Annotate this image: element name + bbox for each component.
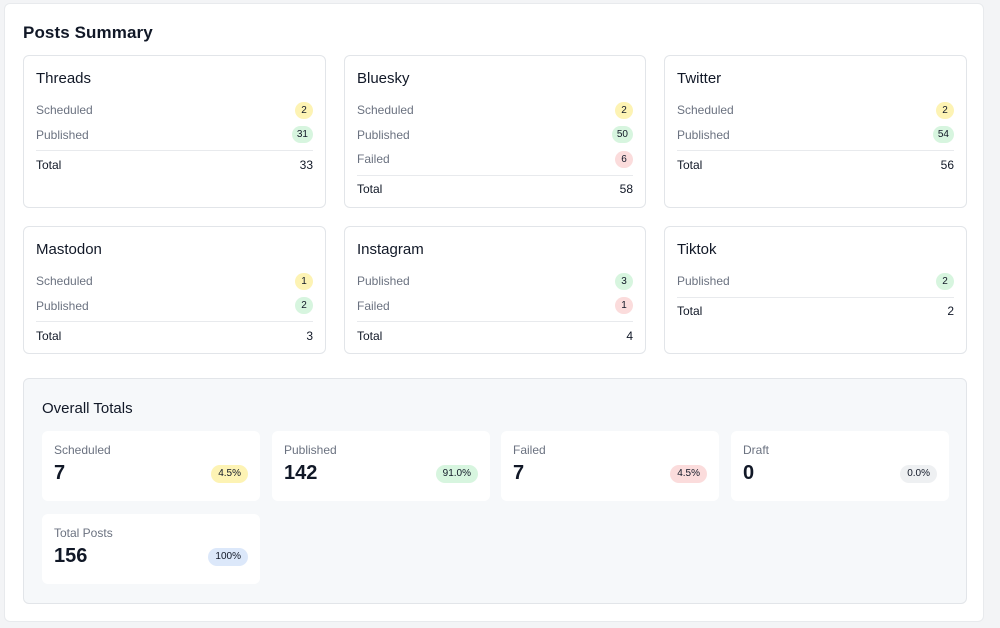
total-label: Total [357,182,383,196]
platform-card-twitter: Twitter Scheduled 2 Published 54 Total 5… [664,55,967,208]
platform-card-tiktok: Tiktok Published 2 Total 2 [664,226,967,354]
total-row: Total 2 [677,296,954,323]
total-label: Total [677,304,703,318]
stat-label: Published [36,298,89,313]
count-badge: 1 [615,297,633,315]
tile-label: Published [284,443,337,457]
total-value: 4 [626,328,633,343]
stat-row-published: Published 3 [357,269,633,294]
platform-name: Mastodon [36,241,102,258]
stat-row-published: Published 2 [36,294,313,319]
platform-name: Twitter [677,70,722,87]
platform-card-threads: Threads Scheduled 2 Published 31 Total 3… [23,55,326,208]
stat-label: Failed [357,152,390,167]
stat-row-failed: Failed 6 [357,147,633,172]
count-badge: 54 [932,126,954,144]
total-tile-scheduled: Scheduled 7 4.5% [42,431,260,501]
count-badge: 2 [936,101,954,119]
tile-value: 7 [513,462,525,484]
overall-totals-section: Overall Totals Scheduled 7 4.5% Publishe… [23,378,967,604]
stat-row-scheduled: Scheduled 2 [36,98,313,123]
percent-badge: 100% [208,547,248,566]
stat-row-published: Published 50 [357,123,633,148]
platform-name: Bluesky [357,70,410,87]
total-label: Total [36,157,62,172]
stat-row-scheduled: Scheduled 1 [36,269,313,294]
count-badge: 1 [295,272,313,290]
total-tile-failed: Failed 7 4.5% [501,431,719,501]
tile-label: Total Posts [54,526,113,540]
stat-row-published: Published 31 [36,123,313,148]
count-badge: 2 [295,297,313,315]
count-badge: 2 [936,272,954,290]
stat-row-published: Published 54 [677,123,954,148]
total-label: Total [36,328,62,343]
total-row: Total 3 [36,321,313,347]
platform-name: Instagram [357,241,424,258]
page-title: Posts Summary [23,23,153,42]
stat-label: Scheduled [357,103,414,118]
stat-label: Scheduled [677,103,734,118]
platform-card-instagram: Instagram Published 3 Failed 1 Total 4 [344,226,646,354]
percent-badge: 4.5% [670,464,707,483]
percent-badge: 0.0% [900,464,937,483]
total-tile-published: Published 142 91.0% [272,431,490,501]
percent-badge: 91.0% [435,464,478,483]
total-label: Total [677,157,703,172]
stat-label: Published [357,274,410,289]
tile-label: Failed [513,443,546,457]
platform-card-bluesky: Bluesky Scheduled 2 Published 50 Failed … [344,55,646,208]
stat-label: Failed [357,298,390,313]
posts-summary-panel: Posts Summary Threads Scheduled 2 Publis… [4,3,984,622]
stat-row-failed: Failed 1 [357,294,633,319]
stat-label: Published [677,274,730,289]
stat-row-scheduled: Scheduled 2 [677,98,954,123]
total-value: 58 [619,182,633,196]
platform-name: Tiktok [677,241,717,258]
count-badge: 2 [615,101,633,119]
platform-cards-row-2: Mastodon Scheduled 1 Published 2 Total 3… [23,226,967,354]
stat-label: Published [36,127,89,142]
platform-name: Threads [36,70,92,87]
tile-value: 0 [743,462,755,484]
total-value: 3 [306,328,313,343]
stat-row-published: Published 2 [677,269,954,294]
tile-value: 142 [284,462,318,484]
stat-label: Published [357,127,410,142]
platform-card-mastodon: Mastodon Scheduled 1 Published 2 Total 3 [23,226,326,354]
stat-label: Scheduled [36,274,93,289]
total-row: Total 56 [677,150,954,176]
total-value: 56 [940,157,954,172]
platform-cards-row-1: Threads Scheduled 2 Published 31 Total 3… [23,55,967,208]
total-row: Total 58 [357,174,633,201]
tile-label: Draft [743,443,770,457]
total-tile-draft: Draft 0 0.0% [731,431,949,501]
total-tile-total-posts: Total Posts 156 100% [42,514,260,584]
total-value: 33 [299,157,313,172]
stat-label: Scheduled [36,103,93,118]
count-badge: 31 [291,126,313,144]
total-row: Total 33 [36,150,313,176]
tile-value: 156 [54,545,88,567]
tile-label: Scheduled [54,443,111,457]
percent-badge: 4.5% [211,464,248,483]
stat-row-scheduled: Scheduled 2 [357,98,633,123]
total-label: Total [357,328,383,343]
total-value: 2 [947,304,954,318]
count-badge: 3 [615,272,633,290]
count-badge: 2 [295,101,313,119]
count-badge: 50 [611,126,633,144]
overall-totals-title: Overall Totals [42,400,133,417]
total-row: Total 4 [357,321,633,347]
count-badge: 6 [615,150,633,168]
stat-label: Published [677,127,730,142]
tile-value: 7 [54,462,66,484]
